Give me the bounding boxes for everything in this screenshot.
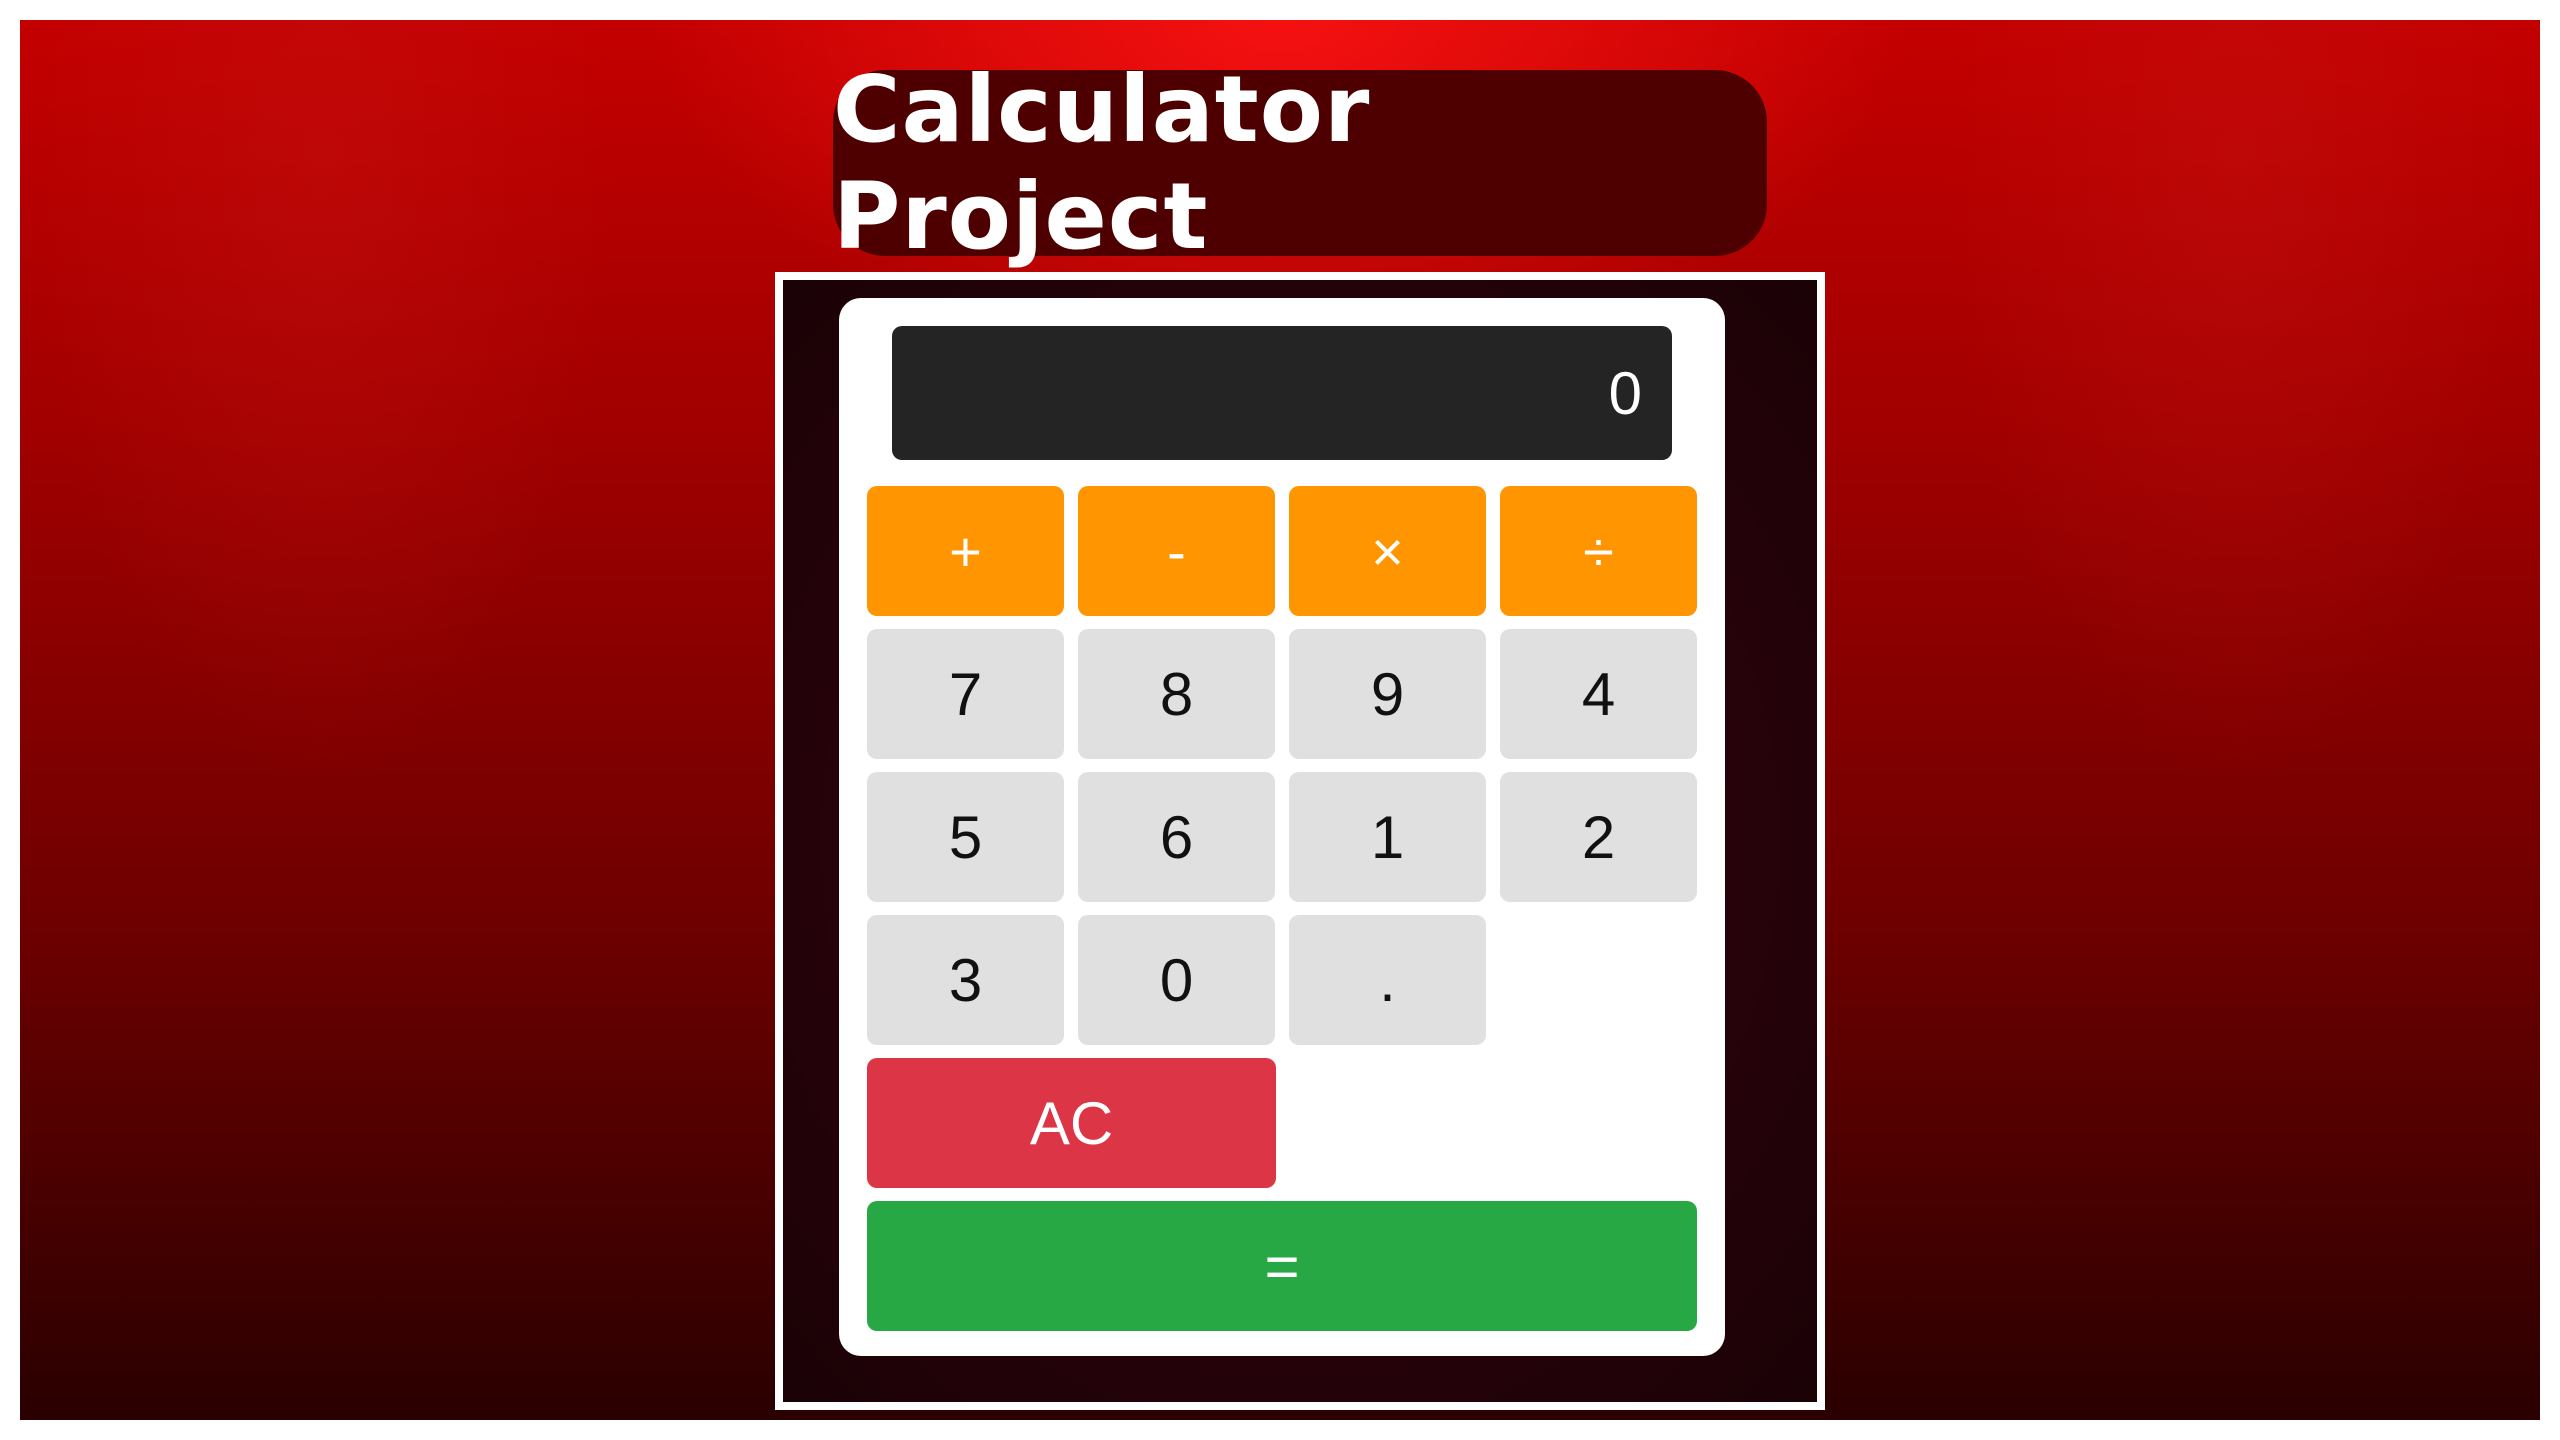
clear-button[interactable]: AC [867,1058,1276,1188]
digit-8-button[interactable]: 8 [1078,629,1275,759]
calculator-display: 0 [892,326,1672,460]
title-banner: Calculator Project [833,56,1767,270]
add-button[interactable]: + [867,486,1064,616]
multiply-button[interactable]: × [1289,486,1486,616]
subtract-button[interactable]: - [1078,486,1275,616]
digit-9-button[interactable]: 9 [1289,629,1486,759]
digit-5-button[interactable]: 5 [867,772,1064,902]
digit-4-button[interactable]: 4 [1500,629,1697,759]
decimal-button[interactable]: . [1289,915,1486,1045]
calculator: 0 + - × ÷ 7 8 9 4 5 6 1 2 3 0 . AC = [839,298,1725,1356]
page-title: Calculator Project [833,56,1371,270]
digit-6-button[interactable]: 6 [1078,772,1275,902]
digit-1-button[interactable]: 1 [1289,772,1486,902]
equals-button[interactable]: = [867,1201,1697,1331]
digit-3-button[interactable]: 3 [867,915,1064,1045]
divide-button[interactable]: ÷ [1500,486,1697,616]
digit-7-button[interactable]: 7 [867,629,1064,759]
digit-2-button[interactable]: 2 [1500,772,1697,902]
display-value: 0 [1608,359,1642,427]
digit-0-button[interactable]: 0 [1078,915,1275,1045]
